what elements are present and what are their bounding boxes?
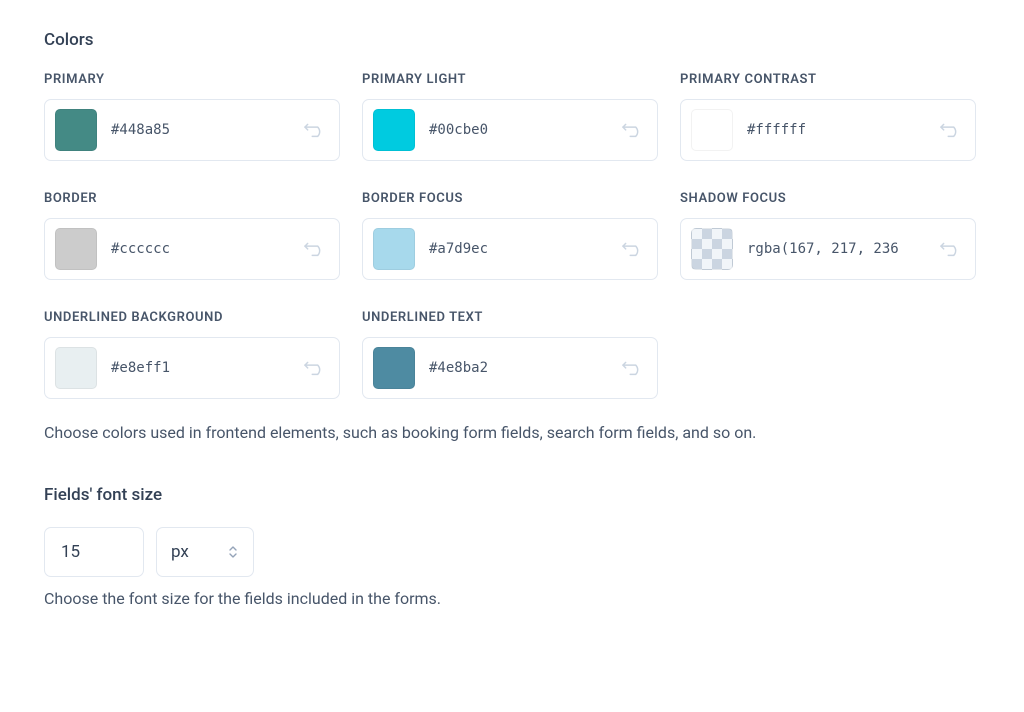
undo-icon <box>940 239 962 260</box>
color-item: PRIMARY #448a85 <box>44 72 340 161</box>
color-label: PRIMARY LIGHT <box>362 72 658 87</box>
color-field[interactable]: #ffffff <box>680 99 976 161</box>
color-field[interactable]: #cccccc <box>44 218 340 280</box>
color-label: UNDERLINED TEXT <box>362 310 658 325</box>
font-size-unit-select[interactable]: px <box>156 527 254 577</box>
color-field[interactable]: rgba(167, 217, 236 <box>680 218 976 280</box>
color-value: rgba(167, 217, 236 <box>747 241 937 257</box>
colors-help-text: Choose colors used in frontend elements,… <box>44 421 980 445</box>
undo-icon <box>622 239 644 260</box>
reset-button[interactable] <box>301 116 329 144</box>
color-value: #4e8ba2 <box>429 360 619 376</box>
font-size-title: Fields' font size <box>44 485 980 505</box>
color-label: SHADOW FOCUS <box>680 191 976 206</box>
colors-title: Colors <box>44 30 980 50</box>
color-item: PRIMARY LIGHT #00cbe0 <box>362 72 658 161</box>
reset-button[interactable] <box>301 354 329 382</box>
color-field[interactable]: #448a85 <box>44 99 340 161</box>
color-swatch[interactable] <box>373 228 415 270</box>
color-item: BORDER #cccccc <box>44 191 340 280</box>
undo-icon <box>304 358 326 379</box>
color-swatch[interactable] <box>55 109 97 151</box>
undo-icon <box>622 120 644 141</box>
color-value: #ffffff <box>747 122 937 138</box>
color-field[interactable]: #4e8ba2 <box>362 337 658 399</box>
color-swatch[interactable] <box>691 228 733 270</box>
reset-button[interactable] <box>937 235 965 263</box>
color-label: BORDER <box>44 191 340 206</box>
color-field[interactable]: #a7d9ec <box>362 218 658 280</box>
reset-button[interactable] <box>301 235 329 263</box>
color-swatch[interactable] <box>691 109 733 151</box>
color-field[interactable]: #00cbe0 <box>362 99 658 161</box>
color-label: BORDER FOCUS <box>362 191 658 206</box>
font-size-unit-label: px <box>171 542 189 562</box>
undo-icon <box>622 358 644 379</box>
undo-icon <box>304 239 326 260</box>
font-size-help-text: Choose the font size for the fields incl… <box>44 589 980 608</box>
colors-grid: PRIMARY#448a85PRIMARY LIGHT#00cbe0PRIMAR… <box>44 72 980 399</box>
reset-button[interactable] <box>937 116 965 144</box>
color-value: #448a85 <box>111 122 301 138</box>
undo-icon <box>940 120 962 141</box>
chevron-up-down-icon <box>227 544 239 560</box>
color-value: #00cbe0 <box>429 122 619 138</box>
reset-button[interactable] <box>619 354 647 382</box>
color-value: #a7d9ec <box>429 241 619 257</box>
reset-button[interactable] <box>619 235 647 263</box>
colors-section: Colors PRIMARY #448a85 PRIMARY LIGHT #00cbe… <box>44 30 980 445</box>
color-field[interactable]: #e8eff1 <box>44 337 340 399</box>
font-size-row: px <box>44 527 980 577</box>
color-item: SHADOW FOCUS rgba(167, 217, 236 <box>680 191 976 280</box>
color-label: PRIMARY CONTRAST <box>680 72 976 87</box>
undo-icon <box>304 120 326 141</box>
color-swatch[interactable] <box>55 347 97 389</box>
color-item: UNDERLINED TEXT #4e8ba2 <box>362 310 658 399</box>
color-swatch[interactable] <box>55 228 97 270</box>
font-size-section: Fields' font size px Choose the font siz… <box>44 485 980 608</box>
font-size-input[interactable] <box>44 527 144 577</box>
color-item: UNDERLINED BACKGROUND #e8eff1 <box>44 310 340 399</box>
color-item: BORDER FOCUS #a7d9ec <box>362 191 658 280</box>
color-label: UNDERLINED BACKGROUND <box>44 310 340 325</box>
color-swatch[interactable] <box>373 347 415 389</box>
color-label: PRIMARY <box>44 72 340 87</box>
color-item: PRIMARY CONTRAST #ffffff <box>680 72 976 161</box>
reset-button[interactable] <box>619 116 647 144</box>
color-value: #cccccc <box>111 241 301 257</box>
color-swatch[interactable] <box>373 109 415 151</box>
color-value: #e8eff1 <box>111 360 301 376</box>
